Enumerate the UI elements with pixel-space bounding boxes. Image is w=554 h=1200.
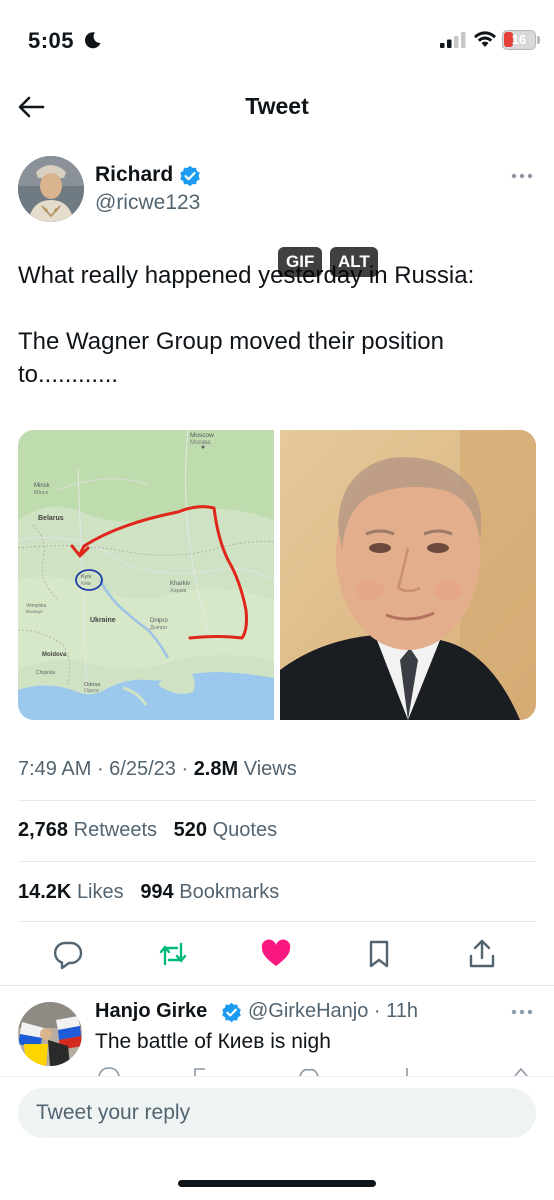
divider (18, 800, 536, 801)
map-label-moscow: Moscow (190, 432, 214, 439)
battery-level: 16 (511, 32, 527, 47)
map-label-kyiv-cyr: Київ (81, 581, 91, 587)
gif-badge: GIF (278, 247, 323, 277)
divider (18, 861, 536, 862)
reply-avatar[interactable] (18, 1002, 82, 1066)
map-label-dnipro-cyr: Дніпро (150, 625, 167, 631)
share-icon[interactable] (466, 938, 498, 970)
page-title: Tweet (245, 93, 309, 119)
reply-text: The battle of Киев is nigh (95, 1030, 331, 1053)
reply-handle-text: @GirkeHanjo (248, 1000, 369, 1022)
status-bar: 5:05 16 (0, 0, 554, 80)
gif-image[interactable] (280, 430, 536, 720)
more-icon[interactable] (510, 1004, 534, 1020)
retweets-label: Retweets (73, 819, 157, 841)
likes-stat[interactable]: 14.2K Likes (18, 881, 124, 903)
map-image[interactable]: Moscow Москва Minsk Мінск Belarus Kyiv К… (18, 430, 274, 720)
home-indicator[interactable] (178, 1180, 376, 1187)
retweet-icon[interactable] (157, 938, 189, 970)
wifi-icon (474, 31, 496, 47)
reply-input[interactable] (18, 1088, 536, 1138)
map-label-minsk: Minsk (34, 483, 51, 489)
status-time: 5:05 (28, 28, 75, 53)
divider (0, 985, 554, 986)
reply-actions-peek (98, 1067, 528, 1076)
map-label-chisinau: Chișinău (36, 670, 56, 676)
moon-icon (84, 32, 101, 49)
map-label-kharkiv-cyr: Харків (170, 588, 186, 594)
map-label-kyiv: Kyiv (81, 574, 92, 580)
views-count: 2.8M (193, 758, 239, 780)
author-name[interactable]: Richard (95, 163, 173, 187)
tweet-timestamp-row: 7:49 AM · 6/25/23 · 2.8M Views (18, 758, 297, 780)
retweets-count: 2,768 (18, 819, 69, 841)
verified-icon (180, 165, 200, 187)
bookmarks-label: Bookmarks (179, 881, 280, 903)
tweet-time[interactable]: 7:49 AM (18, 758, 91, 780)
quotes-stat[interactable]: 520 Quotes (174, 819, 277, 841)
like-icon[interactable] (260, 938, 292, 970)
alt-badge[interactable]: ALT (330, 247, 378, 277)
views-label: Views (243, 758, 297, 780)
tweet-date[interactable]: 6/25/23 (109, 758, 176, 780)
reply-time: 11h (386, 1000, 419, 1022)
quotes-label: Quotes (212, 819, 278, 841)
map-label-kharkiv: Kharkiv (170, 581, 190, 587)
likes-count: 14.2K (18, 881, 72, 903)
tweet-media[interactable]: Moscow Москва Minsk Мінск Belarus Kyiv К… (18, 430, 536, 720)
map-label-ukraine: Ukraine (90, 617, 116, 624)
quotes-count: 520 (173, 819, 208, 841)
reply-avatar-image (18, 1002, 82, 1066)
signal-icon (440, 32, 466, 48)
map-label-vinnytsia-cyr: Вінниця (26, 609, 43, 614)
battery-nub (537, 36, 540, 44)
map-label-odesa-cyr: Одеса (84, 688, 99, 694)
bookmark-icon[interactable] (363, 938, 395, 970)
map-label-moldova: Moldova (42, 652, 67, 658)
map-label-belarus: Belarus (38, 515, 64, 522)
bookmarks-stat[interactable]: 994 Bookmarks (140, 881, 279, 903)
likes-label: Likes (76, 881, 124, 903)
more-icon[interactable] (510, 168, 534, 184)
reply-icon[interactable] (52, 938, 84, 970)
verified-icon (222, 1002, 241, 1023)
divider (18, 921, 536, 922)
reply-author-name[interactable]: Hanjo Girke (95, 1000, 207, 1023)
bookmarks-count: 994 (140, 881, 174, 903)
like-stats-row: 14.2K Likes 994 Bookmarks (18, 881, 279, 904)
map-label-minsk-cyr: Мінск (34, 490, 49, 496)
battery-icon: 16 (502, 30, 536, 50)
reply-author-handle[interactable]: @GirkeHanjo · 11h (248, 1000, 418, 1023)
avatar-image (18, 156, 84, 222)
author-handle[interactable]: @ricwe123 (95, 191, 200, 215)
map-label-moscow-cyr: Москва (190, 440, 211, 446)
tweet-text: What really happened yesterday in Russia… (18, 262, 475, 388)
retweets-stat[interactable]: 2,768 Retweets (18, 819, 157, 841)
avatar[interactable] (18, 156, 84, 222)
retweet-stats-row: 2,768 Retweets 520 Quotes (18, 819, 277, 842)
map-label-dnipro: Dnipro (150, 618, 168, 624)
